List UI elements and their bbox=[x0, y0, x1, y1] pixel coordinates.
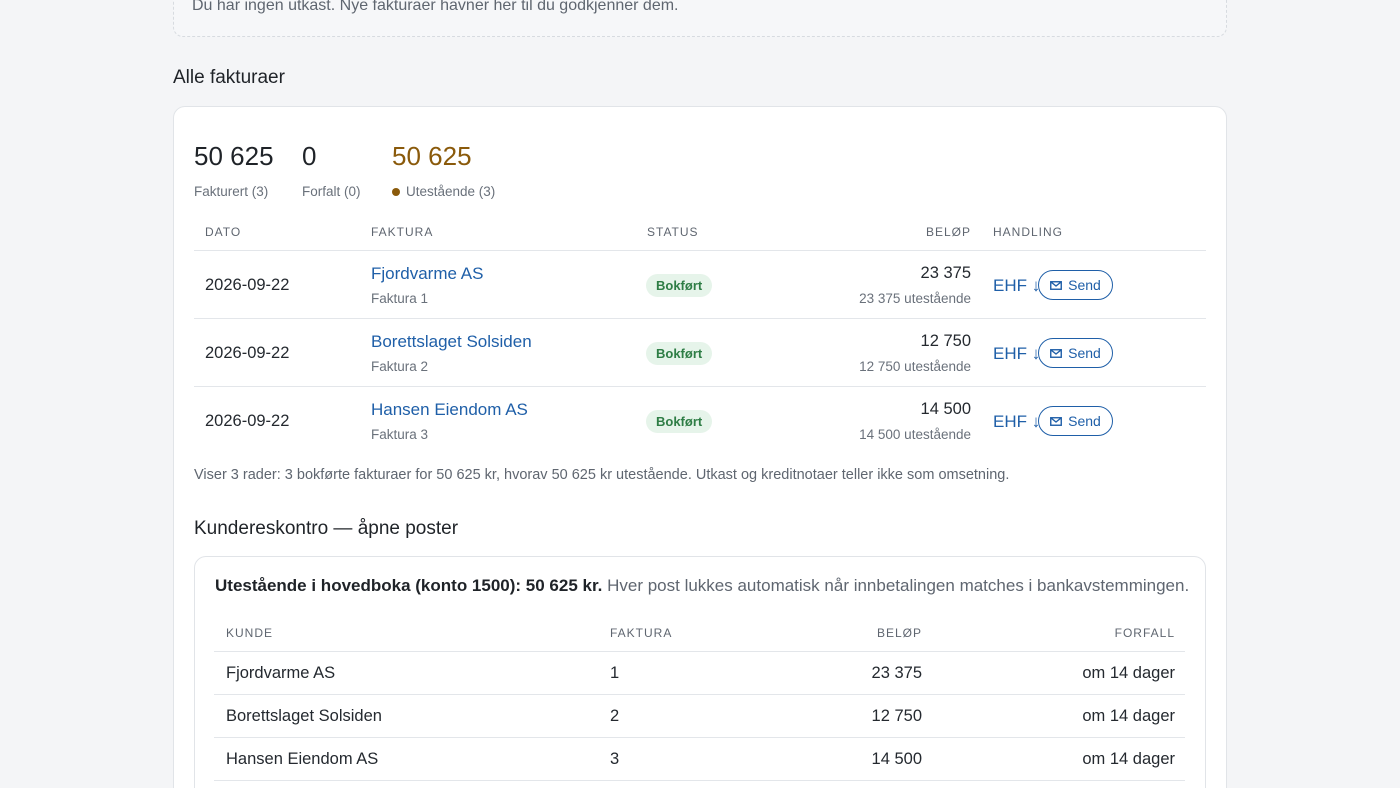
ehf-download-link[interactable]: EHF ↓ bbox=[993, 276, 1040, 296]
table-footnote: Viser 3 rader: 3 bokførte fakturaer for … bbox=[194, 467, 1010, 483]
ledger-row-divider bbox=[214, 737, 1185, 738]
send-button-label: Send bbox=[1068, 345, 1101, 361]
ledger-row-divider bbox=[214, 780, 1185, 781]
mail-icon bbox=[1050, 280, 1063, 290]
kpi-invoiced-label: Fakturert (3) bbox=[194, 184, 269, 199]
status-badge: Bokført bbox=[646, 342, 713, 365]
col-header-invoice: FAKTURA bbox=[371, 225, 434, 239]
invoice-number: Faktura 2 bbox=[371, 359, 429, 374]
row-divider bbox=[194, 318, 1206, 319]
row-date: 2026-09-22 bbox=[205, 276, 290, 294]
invoice-number: Faktura 1 bbox=[371, 291, 429, 306]
kpi-outstanding: 50 625 Utestående (3) bbox=[392, 141, 495, 199]
ledger-row-divider bbox=[214, 694, 1185, 695]
row-outstanding: 14 500 utestående bbox=[859, 427, 971, 442]
ledger-summary: Utestående i hovedboka (konto 1500): 50 … bbox=[215, 576, 1189, 596]
kpi-outstanding-value: 50 625 bbox=[392, 141, 472, 171]
send-button[interactable]: Send bbox=[1038, 270, 1113, 300]
kpi-outstanding-label-wrap: Utestående (3) bbox=[392, 184, 495, 199]
ledger-customer: Fjordvarme AS bbox=[226, 664, 336, 682]
customer-link[interactable]: Fjordvarme AS bbox=[371, 264, 483, 284]
ehf-download-link[interactable]: EHF ↓ bbox=[993, 344, 1040, 364]
customer-link[interactable]: Hansen Eiendom AS bbox=[371, 400, 528, 420]
kpi-invoiced-value: 50 625 bbox=[194, 141, 274, 171]
ledger-due: om 14 dager bbox=[1082, 707, 1175, 725]
col-header-date: DATO bbox=[205, 225, 242, 239]
ledger-due: om 14 dager bbox=[1082, 664, 1175, 682]
row-divider bbox=[194, 386, 1206, 387]
ledger-due: om 14 dager bbox=[1082, 750, 1175, 768]
ledger-col-amount: BELØP bbox=[876, 626, 922, 640]
status-badge: Bokført bbox=[646, 410, 713, 433]
ledger-title: Kundereskontro — åpne poster bbox=[194, 518, 459, 539]
ledger-amount: 14 500 bbox=[871, 750, 922, 768]
invoice-number: Faktura 3 bbox=[371, 427, 429, 442]
customer-link[interactable]: Borettslaget Solsiden bbox=[371, 332, 532, 352]
mail-icon bbox=[1050, 416, 1063, 426]
send-button-label: Send bbox=[1068, 277, 1101, 293]
ehf-download-link[interactable]: EHF ↓ bbox=[993, 412, 1040, 432]
row-outstanding: 12 750 utestående bbox=[859, 359, 971, 374]
ledger-header-divider bbox=[214, 651, 1185, 652]
ledger-invoice: 3 bbox=[610, 750, 620, 768]
ledger-amount: 23 375 bbox=[871, 664, 922, 682]
row-amount: 12 750 bbox=[920, 332, 971, 350]
ledger-amount: 12 750 bbox=[871, 707, 922, 725]
ledger-customer: Hansen Eiendom AS bbox=[226, 750, 379, 768]
send-button[interactable]: Send bbox=[1038, 338, 1113, 368]
kpi-overdue-value: 0 bbox=[302, 141, 317, 171]
ledger-invoice: 2 bbox=[610, 707, 620, 725]
ledger-col-customer: KUNDE bbox=[226, 626, 274, 640]
all-invoices-title: Alle fakturaer bbox=[173, 67, 285, 88]
col-header-amount: BELØP bbox=[925, 225, 971, 239]
status-badge: Bokført bbox=[646, 274, 713, 297]
ledger-invoice: 1 bbox=[610, 664, 620, 682]
row-date: 2026-09-22 bbox=[205, 412, 290, 430]
row-outstanding: 23 375 utestående bbox=[859, 291, 971, 306]
kpi-invoiced: 50 625 Fakturert (3) bbox=[194, 141, 274, 199]
row-amount: 23 375 bbox=[920, 264, 971, 282]
ledger-customer: Borettslaget Solsiden bbox=[226, 707, 382, 725]
outstanding-dot-icon bbox=[392, 187, 400, 196]
kpi-overdue-label: Forfalt (0) bbox=[302, 184, 361, 199]
ledger-col-invoice: FAKTURA bbox=[610, 626, 673, 640]
table-header-divider bbox=[194, 250, 1206, 251]
ledger-summary-rest: Hver post lukkes automatisk når innbetal… bbox=[602, 576, 1190, 595]
col-header-status: STATUS bbox=[647, 225, 699, 239]
mail-icon bbox=[1050, 348, 1063, 358]
drafts-empty-message: Du har ingen utkast. Nye fakturaer havne… bbox=[192, 0, 679, 14]
ledger-summary-strong: Utestående i hovedboka (konto 1500): 50 … bbox=[215, 576, 603, 595]
row-date: 2026-09-22 bbox=[205, 344, 290, 362]
ledger-col-due: FORFALL bbox=[1114, 626, 1175, 640]
send-button[interactable]: Send bbox=[1038, 406, 1113, 436]
col-header-action: HANDLING bbox=[993, 225, 1064, 239]
kpi-overdue: 0 Forfalt (0) bbox=[302, 141, 361, 199]
send-button-label: Send bbox=[1068, 413, 1101, 429]
row-amount: 14 500 bbox=[920, 400, 971, 418]
kpi-outstanding-label: Utestående (3) bbox=[406, 184, 496, 199]
